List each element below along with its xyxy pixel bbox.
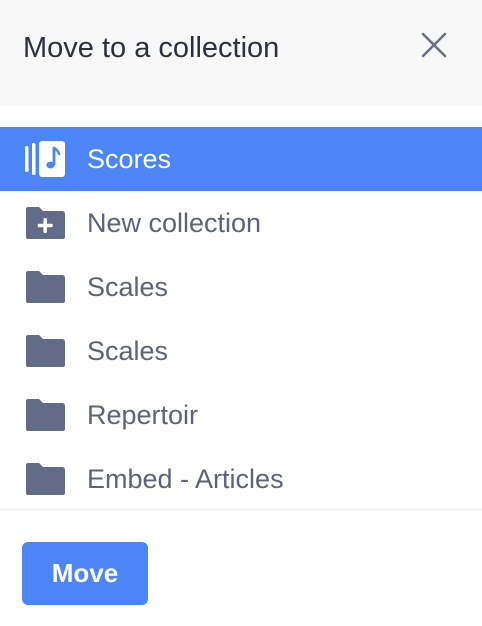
collection-item-embed-articles[interactable]: Embed - Articles: [0, 447, 482, 509]
move-to-collection-dialog: Move to a collection Scores New collecti…: [0, 0, 482, 626]
collection-item-label: Embed - Articles: [87, 464, 284, 494]
collection-item-label: Repertoir: [87, 400, 199, 430]
collection-item-label: Scales: [87, 272, 169, 302]
scores-icon: [24, 141, 68, 177]
collection-item-label: Scales: [87, 336, 169, 366]
folder-plus-icon: [24, 205, 68, 241]
close-icon: [421, 32, 447, 58]
folder-icon: [24, 269, 68, 305]
dialog-header: Move to a collection: [0, 0, 482, 106]
dialog-footer: Move: [0, 509, 482, 626]
collection-list: Scores New collection Scales Scales Repe…: [0, 127, 482, 509]
folder-icon: [24, 397, 68, 433]
dialog-title: Move to a collection: [23, 32, 280, 64]
collection-item-label: New collection: [87, 208, 262, 238]
collection-item-scores[interactable]: Scores: [0, 127, 482, 191]
folder-icon: [24, 333, 68, 369]
collection-item-label: Scores: [87, 144, 172, 174]
close-button[interactable]: [414, 25, 454, 65]
folder-icon: [24, 461, 68, 497]
collection-item-repertoir[interactable]: Repertoir: [0, 383, 482, 447]
collection-item-new-collection[interactable]: New collection: [0, 191, 482, 255]
collection-item-scales[interactable]: Scales: [0, 319, 482, 383]
move-button[interactable]: Move: [22, 542, 148, 605]
collection-item-scales[interactable]: Scales: [0, 255, 482, 319]
